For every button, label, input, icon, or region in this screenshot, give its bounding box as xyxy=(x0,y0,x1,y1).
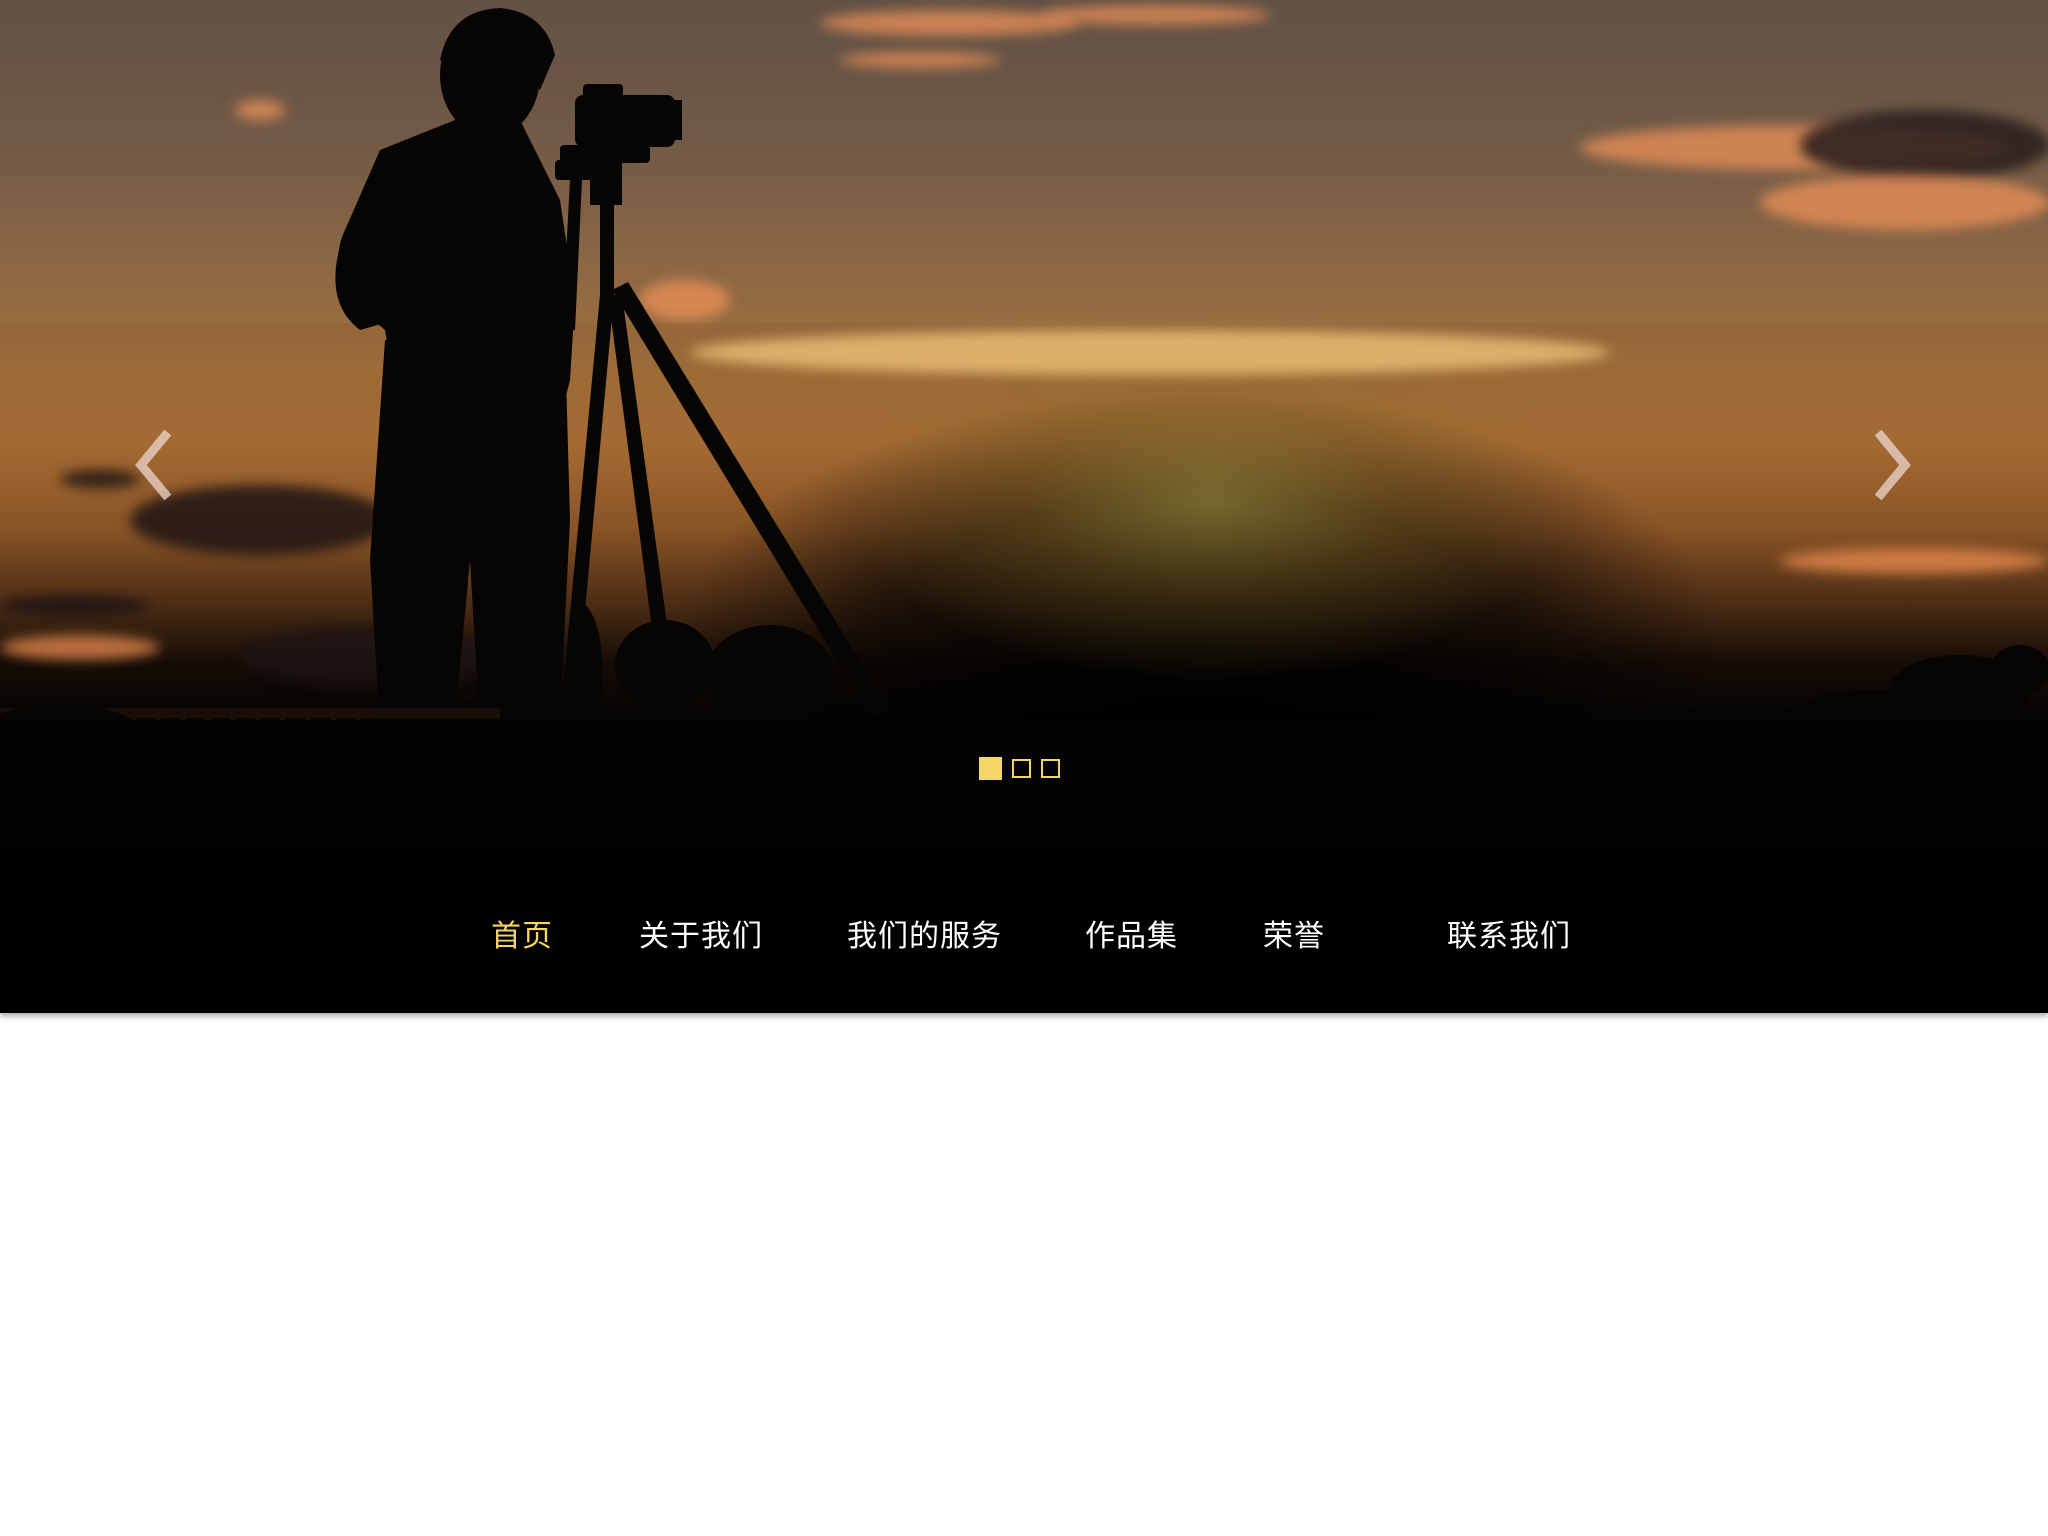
carousel-next-button[interactable] xyxy=(1863,425,1923,505)
nav-item-about[interactable]: 关于我们 xyxy=(639,852,763,1013)
hero-ground xyxy=(0,720,2048,852)
nav-item-home[interactable]: 首页 xyxy=(491,852,553,1013)
chevron-right-icon xyxy=(1874,430,1911,500)
nav-item-portfolio[interactable]: 作品集 xyxy=(1085,852,1178,1013)
carousel-indicators xyxy=(979,757,1060,780)
carousel-indicator-1[interactable] xyxy=(979,757,1002,780)
page: 首页 关于我们 我们的服务 作品集 荣誉 联系我们 xyxy=(0,0,2048,1536)
nav-item-honors[interactable]: 荣誉 xyxy=(1263,852,1325,1013)
carousel-indicator-3[interactable] xyxy=(1041,759,1060,778)
carousel-prev-button[interactable] xyxy=(123,425,183,505)
carousel-indicator-2[interactable] xyxy=(1012,759,1031,778)
main-navbar: 首页 关于我们 我们的服务 作品集 荣誉 联系我们 xyxy=(0,852,2048,1013)
hero-carousel xyxy=(0,0,2048,852)
chevron-left-icon xyxy=(135,430,172,500)
nav-item-contact[interactable]: 联系我们 xyxy=(1447,852,1571,1013)
nav-item-services[interactable]: 我们的服务 xyxy=(847,852,1002,1013)
